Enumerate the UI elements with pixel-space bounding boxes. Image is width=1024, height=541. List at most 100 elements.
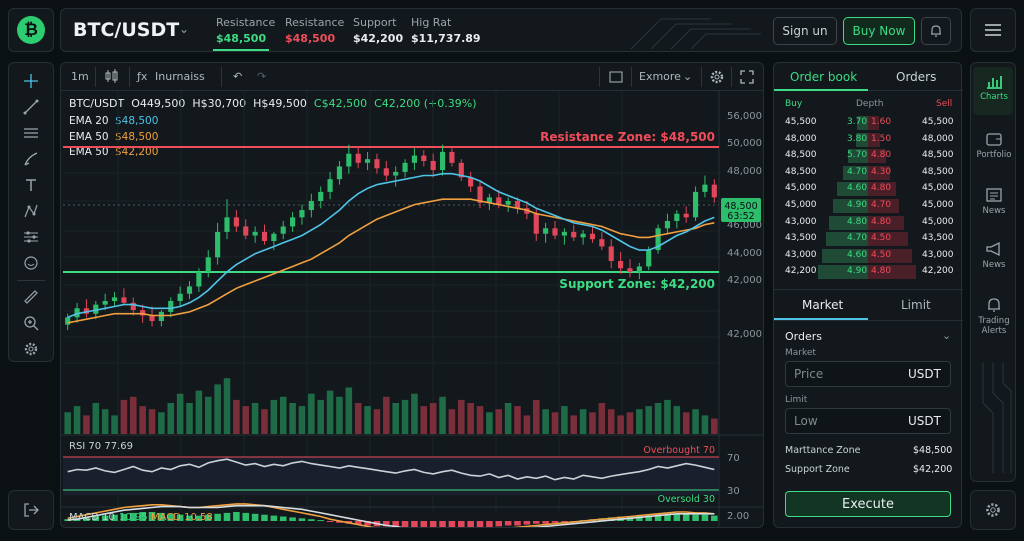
chevron-down-icon[interactable]: ⌄ xyxy=(683,70,692,83)
stat-support[interactable]: Support $42,200 xyxy=(353,16,403,45)
sell-header: Sell xyxy=(936,99,953,109)
sell-price: 45,000 xyxy=(922,183,954,194)
candle-body xyxy=(215,231,221,258)
macd-histogram-bar xyxy=(261,514,268,521)
gear-icon[interactable] xyxy=(21,339,41,359)
tab-market[interactable]: Market xyxy=(802,298,843,312)
volume-bar xyxy=(167,403,175,434)
indicators-button[interactable]: Inurnaiss xyxy=(155,70,205,83)
buy-price: 43,500 xyxy=(785,233,817,244)
stat-resistance-1[interactable]: Resistance $48,500 xyxy=(216,16,275,45)
screenshot-icon[interactable] xyxy=(609,71,623,86)
fullscreen-icon[interactable] xyxy=(739,69,755,88)
orderbook-row[interactable]: 48,500 5.70 4.80 48,500 xyxy=(774,148,961,164)
buy-price: 45,000 xyxy=(785,183,817,194)
orderbook-row[interactable]: 43,500 4.70 4.50 43,500 xyxy=(774,231,961,247)
brush-icon[interactable] xyxy=(21,149,41,169)
crosshair-icon[interactable] xyxy=(21,71,41,91)
more-button[interactable]: Exmore xyxy=(639,70,681,83)
ruler-icon[interactable] xyxy=(21,287,41,307)
limit-input[interactable]: Low USDT xyxy=(785,408,951,434)
nav-label: News xyxy=(982,260,1006,270)
execute-button[interactable]: Execute xyxy=(785,491,951,517)
pair-title[interactable]: BTC/USDT xyxy=(73,19,179,41)
active-tab-underline xyxy=(774,89,868,91)
resistance-zone-label: Marttance Zone xyxy=(785,445,861,456)
trend-line-icon[interactable] xyxy=(21,97,41,117)
candle-body xyxy=(571,231,577,238)
orderbook-row[interactable]: 43,000 4.80 4.80 45,000 xyxy=(774,215,961,231)
nav-portfolio[interactable]: Portfolio xyxy=(971,131,1017,160)
orderbook-row[interactable]: 45,000 4.90 4.70 45,000 xyxy=(774,198,961,214)
text-icon[interactable] xyxy=(21,175,41,195)
candle-body xyxy=(683,213,689,218)
price-input[interactable]: Price USDT xyxy=(785,361,951,387)
volume-bar xyxy=(429,403,437,434)
redo-icon[interactable]: ↷ xyxy=(257,70,266,83)
candle-body xyxy=(692,191,699,218)
emoji-icon[interactable] xyxy=(21,253,41,273)
volume-bar xyxy=(504,403,512,434)
oversold-label: Oversold 30 xyxy=(658,494,715,505)
volume-bar xyxy=(486,412,493,434)
settings-button[interactable] xyxy=(970,490,1016,530)
candle-body xyxy=(168,301,174,312)
nav-news[interactable]: News xyxy=(971,187,1017,216)
macd-histogram-bar xyxy=(467,521,474,527)
candle-body xyxy=(449,151,455,163)
orderbook-row[interactable]: 45,000 4.60 4.80 45,000 xyxy=(774,181,961,197)
undo-icon[interactable]: ↶ xyxy=(233,70,242,83)
currency-label: USDT xyxy=(908,367,941,381)
macd-histogram-bar xyxy=(298,518,306,521)
candle-body xyxy=(533,213,539,234)
horizontal-lines-icon[interactable] xyxy=(21,123,41,143)
price-chart[interactable]: 56,00050,00048,00046,00044,00042,00042,0… xyxy=(61,91,763,527)
settings-gear-icon[interactable] xyxy=(709,69,725,88)
low-placeholder: Low xyxy=(794,414,818,428)
nav-trading-alerts[interactable]: Trading Alerts xyxy=(971,297,1017,336)
chevron-down-icon[interactable]: ⌄ xyxy=(179,22,189,36)
orderbook-row[interactable]: 48,000 3.80 1.50 48,000 xyxy=(774,132,961,148)
sliders-icon[interactable] xyxy=(21,227,41,247)
orderbook-row[interactable]: 45,500 3.70 1.60 45,500 xyxy=(774,115,961,131)
orderbook-row[interactable]: 43,000 4.60 4.50 43,000 xyxy=(774,248,961,264)
buy-now-button[interactable]: Buy Now xyxy=(843,17,915,45)
candle-body xyxy=(121,297,127,303)
stat-label: Hig Rat xyxy=(411,16,452,29)
nav-charts[interactable]: Charts xyxy=(971,73,1017,102)
logout-button[interactable] xyxy=(8,490,54,530)
ema20-line xyxy=(67,172,715,319)
macd-histogram-bar xyxy=(551,521,559,523)
menu-button[interactable] xyxy=(970,8,1016,52)
stat-resistance-2[interactable]: Resistance $48,500 xyxy=(285,16,344,45)
sell-price: 48,500 xyxy=(922,150,954,161)
macd-histogram-bar xyxy=(476,521,484,527)
stat-high-rate[interactable]: Hig Rat $11,737.89 xyxy=(411,16,481,45)
zoom-icon[interactable] xyxy=(21,313,41,333)
sign-in-button[interactable]: Sign un xyxy=(773,17,837,45)
node-icon[interactable] xyxy=(21,201,41,221)
macd-histogram-bar xyxy=(233,512,240,521)
y-tick-label: 48,000 xyxy=(727,166,762,177)
volume-bar xyxy=(617,415,624,434)
notification-button[interactable] xyxy=(921,17,951,45)
sell-depth: 4.30 xyxy=(871,166,892,177)
orderbook-row[interactable]: 48,500 4.70 4.30 48,500 xyxy=(774,165,961,181)
interval-select[interactable]: 1m xyxy=(71,70,89,83)
sell-depth: 4.70 xyxy=(871,200,892,210)
tab-limit[interactable]: Limit xyxy=(901,298,931,312)
tab-orders[interactable]: Orders xyxy=(896,70,936,84)
nav-news-2[interactable]: News xyxy=(971,241,1017,270)
buy-depth: 4.70 xyxy=(847,233,868,244)
logout-icon xyxy=(24,503,39,517)
candle-body xyxy=(711,184,717,198)
tab-order-book[interactable]: Order book xyxy=(790,70,857,84)
hamburger-icon xyxy=(985,24,1001,36)
chevron-down-icon[interactable]: ⌄ xyxy=(942,329,951,342)
indicators-icon[interactable]: ƒx xyxy=(137,70,147,83)
volume-bar xyxy=(458,399,465,434)
orderbook-row[interactable]: 42,200 4.90 4.80 42,200 xyxy=(774,264,961,280)
volume-bar xyxy=(204,396,212,434)
candle-type-icon[interactable] xyxy=(105,68,119,87)
logo-box[interactable]: ₿ xyxy=(8,8,54,52)
